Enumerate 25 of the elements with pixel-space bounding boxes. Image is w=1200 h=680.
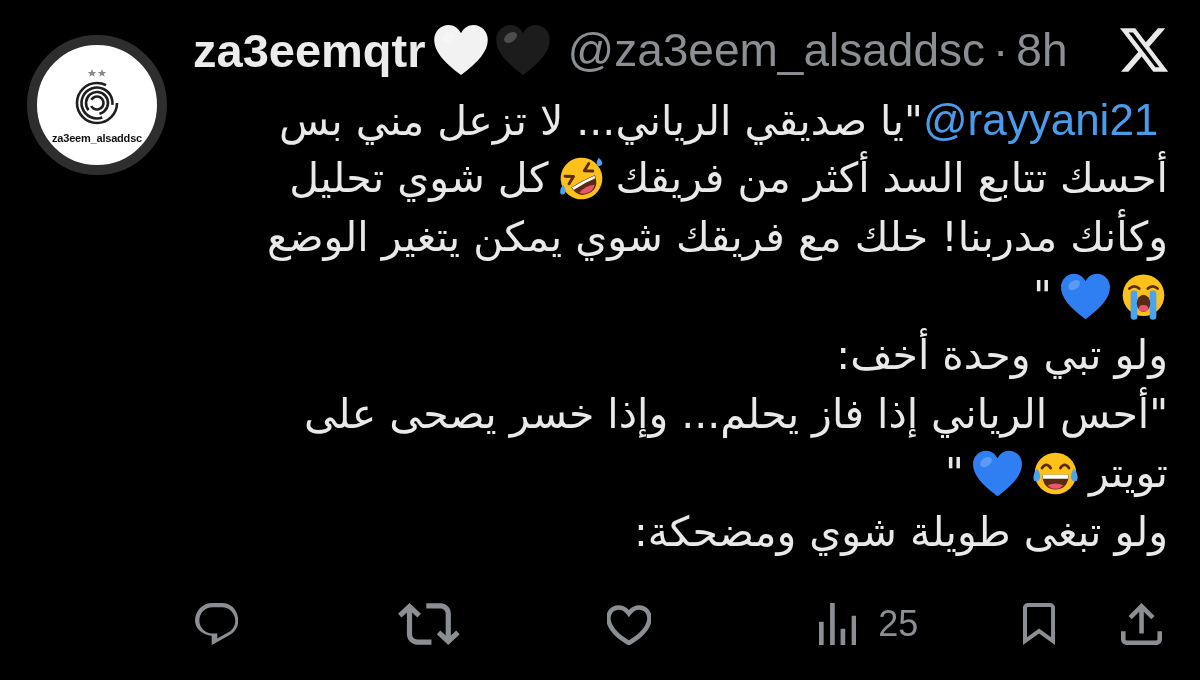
reply-button[interactable] [195, 603, 239, 645]
reply-icon [195, 603, 239, 645]
share-button[interactable] [1121, 603, 1163, 645]
tweet-text: تويتر [1089, 449, 1168, 497]
bar-chart-icon [819, 603, 857, 645]
tweet-text: ولو تبغى طويلة شوي ومضحكة: [634, 508, 1168, 556]
mention-link[interactable]: @rayyani21 [922, 95, 1159, 144]
tweet-text: " [1033, 272, 1052, 320]
tweet-text: كل شوي تحليل [289, 154, 549, 202]
separator-dot: · [993, 27, 1009, 73]
avatar[interactable]: za3eem_alsaddsc [27, 35, 167, 175]
repost-icon [398, 603, 460, 645]
bookmark-icon [1023, 603, 1056, 645]
bookmark-button[interactable] [1023, 603, 1056, 645]
timestamp: 8h [1016, 27, 1068, 73]
username-handle: @za3eem_alsaddsc [567, 27, 985, 73]
views-button[interactable]: 25 [819, 603, 919, 645]
avatar-caption: za3eem_alsaddsc [52, 131, 142, 144]
heart-icon [607, 603, 651, 645]
like-button[interactable] [607, 603, 651, 645]
share-icon [1121, 603, 1163, 645]
x-logo-icon[interactable] [1120, 28, 1168, 72]
tweet-text: "يا صديقي الرياني... لا تزعل مني بس [279, 97, 923, 145]
tweet-text: " [945, 449, 964, 497]
repost-button[interactable] [398, 603, 460, 645]
